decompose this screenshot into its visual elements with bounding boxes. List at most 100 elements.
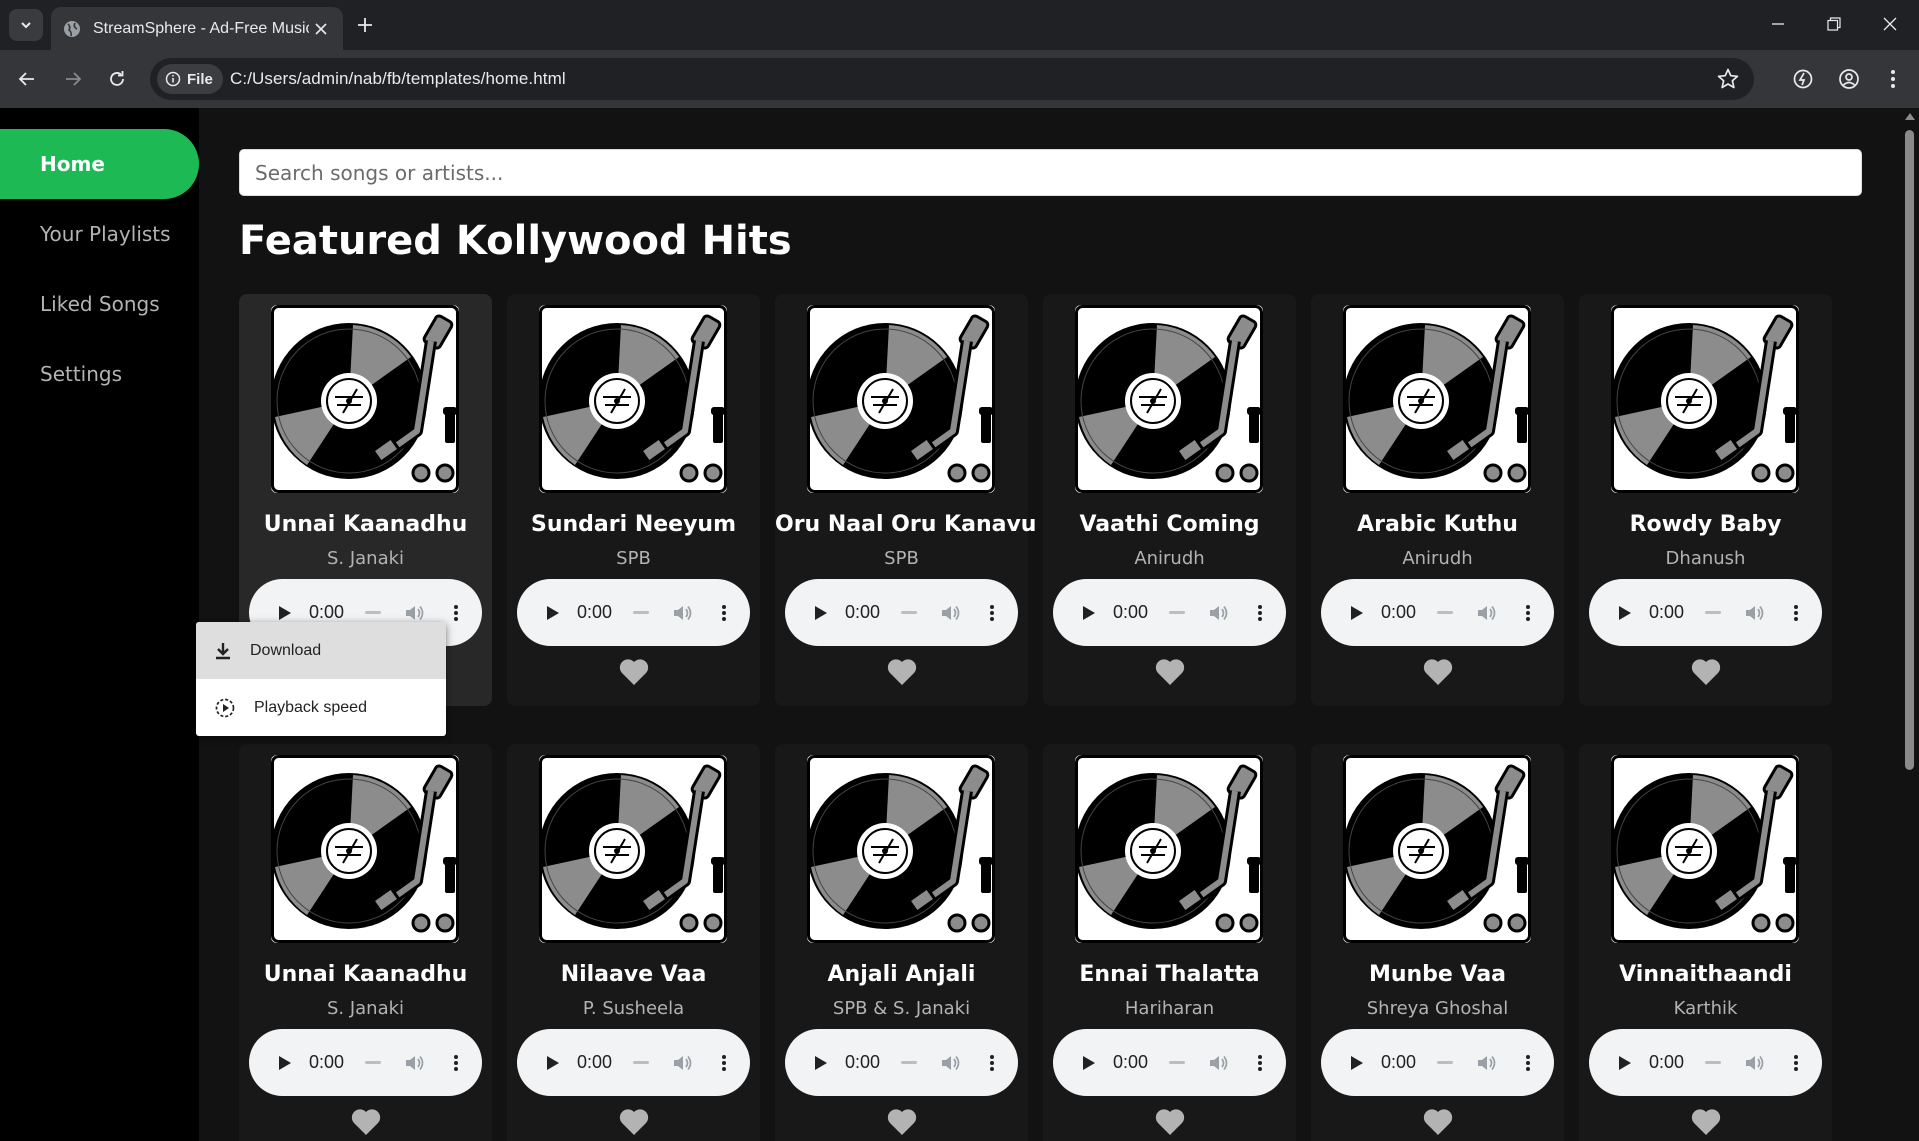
player-options-button[interactable] xyxy=(709,1047,739,1079)
like-heart-icon[interactable] xyxy=(1423,1108,1453,1136)
like-heart-icon[interactable] xyxy=(351,1108,381,1136)
song-card[interactable]: Nilaave Vaa P. Susheela 0:00 xyxy=(507,744,760,1141)
like-heart-icon[interactable] xyxy=(1155,658,1185,686)
mute-button[interactable] xyxy=(935,597,967,629)
player-options-button[interactable] xyxy=(1245,597,1275,629)
mute-button[interactable] xyxy=(1739,1047,1771,1079)
play-button[interactable] xyxy=(269,1047,301,1079)
forward-button[interactable] xyxy=(56,62,90,96)
play-button[interactable] xyxy=(1073,1047,1105,1079)
like-heart-icon[interactable] xyxy=(619,658,649,686)
song-card[interactable]: Sundari Neeyum SPB 0:00 xyxy=(507,294,760,706)
browser-tab[interactable]: StreamSphere - Ad-Free Music xyxy=(51,7,343,50)
player-options-button[interactable] xyxy=(1513,1047,1543,1079)
player-options-button[interactable] xyxy=(977,597,1007,629)
audio-player[interactable]: 0:00 xyxy=(1321,1029,1554,1096)
search-input[interactable] xyxy=(239,149,1862,196)
song-card[interactable]: Anjali Anjali SPB & S. Janaki 0:00 xyxy=(775,744,1028,1141)
menu-item-download[interactable]: Download xyxy=(196,622,446,679)
audio-player[interactable]: 0:00 xyxy=(249,1029,482,1096)
song-card[interactable]: Vinnaithaandi Karthik 0:00 xyxy=(1579,744,1832,1141)
song-card[interactable]: Rowdy Baby Dhanush 0:00 xyxy=(1579,294,1832,706)
mute-button[interactable] xyxy=(667,1047,699,1079)
seek-bar[interactable] xyxy=(1437,1061,1453,1064)
seek-bar[interactable] xyxy=(633,611,649,614)
restore-button[interactable] xyxy=(1806,0,1862,48)
mute-button[interactable] xyxy=(1203,597,1235,629)
song-card[interactable]: Oru Naal Oru Kanavu SPB 0:00 xyxy=(775,294,1036,706)
play-button[interactable] xyxy=(1341,1047,1373,1079)
like-heart-icon[interactable] xyxy=(1155,1108,1185,1136)
seek-bar[interactable] xyxy=(365,1061,381,1064)
extensions-button[interactable] xyxy=(1788,64,1818,94)
player-options-button[interactable] xyxy=(709,597,739,629)
address-bar[interactable]: File C:/Users/admin/nab/fb/templates/hom… xyxy=(150,58,1754,100)
mute-button[interactable] xyxy=(1471,1047,1503,1079)
scrollbar-thumb[interactable] xyxy=(1905,130,1914,770)
player-options-button[interactable] xyxy=(1245,1047,1275,1079)
seek-bar[interactable] xyxy=(633,1061,649,1064)
seek-bar[interactable] xyxy=(1437,611,1453,614)
window-close-button[interactable] xyxy=(1862,0,1918,48)
bookmark-star-icon[interactable] xyxy=(1716,67,1740,91)
sidebar-item-home[interactable]: Home xyxy=(0,129,199,199)
audio-player[interactable]: 0:00 xyxy=(1589,579,1822,646)
sidebar-item-liked-songs[interactable]: Liked Songs xyxy=(0,269,199,339)
like-heart-icon[interactable] xyxy=(887,658,917,686)
site-info-chip[interactable]: File xyxy=(157,64,223,94)
seek-bar[interactable] xyxy=(901,1061,917,1064)
minimize-button[interactable] xyxy=(1750,0,1806,48)
song-card[interactable]: Vaathi Coming Anirudh 0:00 xyxy=(1043,294,1296,706)
scroll-up-icon[interactable] xyxy=(1905,112,1915,120)
play-button[interactable] xyxy=(805,597,837,629)
mute-button[interactable] xyxy=(667,597,699,629)
tab-search-button[interactable] xyxy=(9,9,43,41)
like-heart-icon[interactable] xyxy=(1691,1108,1721,1136)
audio-player[interactable]: 0:00 xyxy=(1053,579,1286,646)
audio-player[interactable]: 0:00 xyxy=(517,1029,750,1096)
new-tab-button[interactable] xyxy=(352,12,378,38)
audio-player[interactable]: 0:00 xyxy=(1053,1029,1286,1096)
audio-player[interactable]: 0:00 xyxy=(517,579,750,646)
mute-button[interactable] xyxy=(1739,597,1771,629)
play-button[interactable] xyxy=(1609,1047,1641,1079)
sidebar-item-your-playlists[interactable]: Your Playlists xyxy=(0,199,199,269)
song-card[interactable]: Arabic Kuthu Anirudh 0:00 xyxy=(1311,294,1564,706)
seek-bar[interactable] xyxy=(365,611,381,614)
like-heart-icon[interactable] xyxy=(887,1108,917,1136)
seek-bar[interactable] xyxy=(1705,1061,1721,1064)
page-scrollbar[interactable] xyxy=(1901,108,1919,1141)
mute-button[interactable] xyxy=(1203,1047,1235,1079)
like-heart-icon[interactable] xyxy=(619,1108,649,1136)
like-heart-icon[interactable] xyxy=(1423,658,1453,686)
play-button[interactable] xyxy=(1073,597,1105,629)
play-button[interactable] xyxy=(1341,597,1373,629)
song-card[interactable]: Ennai Thalatta Hariharan 0:00 xyxy=(1043,744,1296,1141)
mute-button[interactable] xyxy=(399,1047,431,1079)
play-button[interactable] xyxy=(537,1047,569,1079)
play-button[interactable] xyxy=(805,1047,837,1079)
seek-bar[interactable] xyxy=(901,611,917,614)
like-heart-icon[interactable] xyxy=(1691,658,1721,686)
song-card[interactable]: Unnai Kaanadhu S. Janaki 0:00 xyxy=(239,744,492,1141)
audio-player[interactable]: 0:00 xyxy=(1589,1029,1822,1096)
seek-bar[interactable] xyxy=(1169,611,1185,614)
mute-button[interactable] xyxy=(935,1047,967,1079)
play-button[interactable] xyxy=(1609,597,1641,629)
audio-player[interactable]: 0:00 xyxy=(1321,579,1554,646)
audio-player[interactable]: 0:00 xyxy=(785,1029,1018,1096)
play-button[interactable] xyxy=(537,597,569,629)
menu-item-playback-speed[interactable]: Playback speed xyxy=(196,679,446,736)
player-options-button[interactable] xyxy=(441,1047,471,1079)
reload-button[interactable] xyxy=(100,62,134,96)
seek-bar[interactable] xyxy=(1705,611,1721,614)
tab-close-button[interactable] xyxy=(309,17,333,41)
seek-bar[interactable] xyxy=(1169,1061,1185,1064)
audio-player[interactable]: 0:00 xyxy=(785,579,1018,646)
sidebar-item-settings[interactable]: Settings xyxy=(0,339,199,409)
mute-button[interactable] xyxy=(1471,597,1503,629)
player-options-button[interactable] xyxy=(977,1047,1007,1079)
player-options-button[interactable] xyxy=(1781,597,1811,629)
url-text[interactable]: C:/Users/admin/nab/fb/templates/home.htm… xyxy=(230,69,566,89)
back-button[interactable] xyxy=(10,62,44,96)
